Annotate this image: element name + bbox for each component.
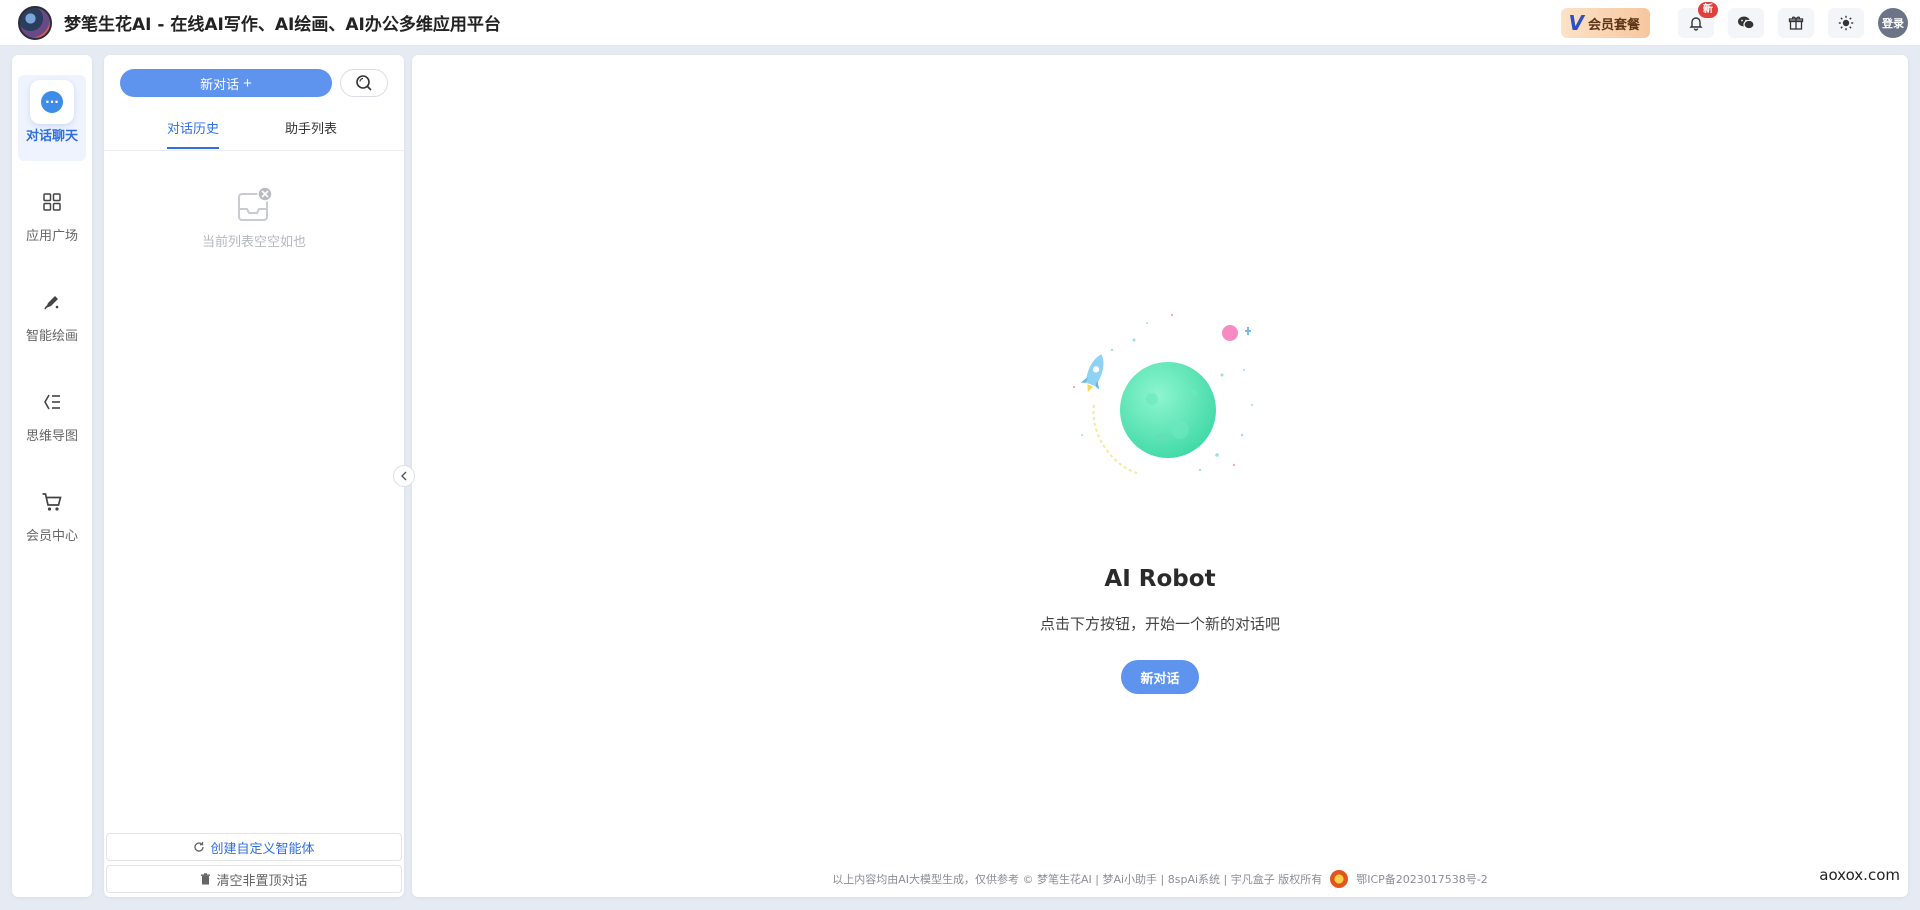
nav-item-drawing[interactable]: 智能绘画 — [12, 275, 92, 361]
icp-link[interactable]: 鄂ICP备2023017538号-2 — [1356, 871, 1488, 887]
conversation-panel: 新对话 + 对话历史 助手列表 当前列表空空如也 创建自定义智能体 清空非置顶对… — [104, 55, 404, 897]
vip-package-label: 会员套餐 — [1587, 17, 1640, 33]
nav-label-membership: 会员中心 — [25, 529, 78, 544]
new-chat-button[interactable]: 新对话 + — [120, 69, 332, 97]
top-bar: 梦笔生花AI - 在线AI写作、AI绘画、AI办公多维应用平台 V 会员套餐 新… — [0, 0, 1920, 46]
chevron-left-icon — [401, 471, 407, 481]
clear-chats-label: 清空非置顶对话 — [216, 873, 308, 889]
search-icon — [356, 75, 372, 91]
chat-bubble-icon: ··· — [41, 91, 63, 113]
nav-label-mindmap: 思维导图 — [25, 429, 78, 444]
footer-text: 以上内容均由AI大模型生成，仅供参考 © 梦笔生花AI | 梦Ai小助手 | 8… — [832, 873, 1323, 886]
app-title: 梦笔生花AI - 在线AI写作、AI绘画、AI办公多维应用平台 — [64, 15, 501, 35]
collapse-panel-button[interactable] — [393, 465, 415, 487]
mindmap-icon — [44, 394, 60, 410]
empty-state: 当前列表空空如也 — [104, 185, 404, 250]
empty-text: 当前列表空空如也 — [201, 235, 306, 250]
vip-v-icon: V — [1568, 11, 1584, 35]
plus-icon: + — [243, 74, 252, 92]
gift-button[interactable] — [1778, 8, 1814, 38]
app-logo[interactable] — [18, 5, 52, 40]
nav-item-chat[interactable]: ··· 对话聊天 — [18, 75, 86, 161]
nav-item-membership[interactable]: 会员中心 — [12, 475, 92, 561]
nav-item-mindmap[interactable]: 思维导图 — [12, 375, 92, 461]
nav-label-drawing: 智能绘画 — [25, 329, 78, 344]
panel-tabs: 对话历史 助手列表 — [104, 107, 404, 151]
nav-label-apps: 应用广场 — [25, 229, 78, 244]
top-right-actions: V 会员套餐 新 登录 — [1560, 2, 1908, 39]
create-agent-label: 创建自定义智能体 — [210, 841, 315, 857]
tab-history[interactable]: 对话历史 — [167, 118, 220, 149]
robot-title: AI Robot — [1104, 566, 1216, 592]
wechat-icon — [1738, 16, 1755, 30]
sun-icon — [1838, 15, 1854, 31]
grid-icon — [43, 193, 61, 211]
clear-chats-button[interactable]: 清空非置顶对话 — [106, 865, 402, 893]
left-nav: ··· 对话聊天 应用广场 智能绘画 思维导图 会员中心 — [12, 55, 92, 897]
empty-inbox-icon — [238, 186, 273, 221]
nav-icon-wrapper — [30, 480, 74, 524]
nav-item-apps[interactable]: 应用广场 — [12, 175, 92, 261]
login-avatar[interactable]: 登录 — [1878, 8, 1908, 38]
trash-icon — [201, 873, 211, 885]
watermark: aoxox.com — [1819, 866, 1900, 884]
search-button[interactable] — [340, 69, 388, 97]
refresh-icon — [194, 842, 205, 852]
gift-icon — [1788, 16, 1804, 30]
nav-icon-wrapper — [30, 380, 74, 424]
new-badge: 新 — [1698, 2, 1718, 18]
start-new-chat-button[interactable]: 新对话 — [1121, 660, 1199, 694]
nav-icon-wrapper: ··· — [30, 80, 74, 124]
nav-label-chat: 对话聊天 — [25, 129, 78, 144]
cart-icon — [42, 493, 62, 511]
create-agent-button[interactable]: 创建自定义智能体 — [106, 833, 402, 861]
nav-icon-wrapper — [30, 280, 74, 324]
new-chat-label: 新对话 — [200, 76, 240, 92]
bell-icon — [1689, 17, 1703, 31]
main-content: AI Robot 点击下方按钮，开始一个新的对话吧 新对话 以上内容均由AI大模… — [412, 55, 1908, 897]
tab-assistants[interactable]: 助手列表 — [285, 118, 337, 147]
brush-icon — [44, 296, 59, 310]
nav-icon-wrapper — [30, 180, 74, 224]
notification-button[interactable]: 新 — [1678, 2, 1718, 38]
robot-subtitle: 点击下方按钮，开始一个新的对话吧 — [1039, 615, 1280, 633]
footer: 以上内容均由AI大模型生成，仅供参考 © 梦笔生花AI | 梦Ai小助手 | 8… — [412, 870, 1908, 888]
vip-package-button[interactable]: V 会员套餐 — [1560, 8, 1650, 38]
space-planet-illustration — [1072, 313, 1253, 474]
theme-toggle-button[interactable] — [1828, 8, 1864, 38]
icp-police-icon — [1330, 870, 1349, 888]
wechat-button[interactable] — [1728, 8, 1764, 38]
